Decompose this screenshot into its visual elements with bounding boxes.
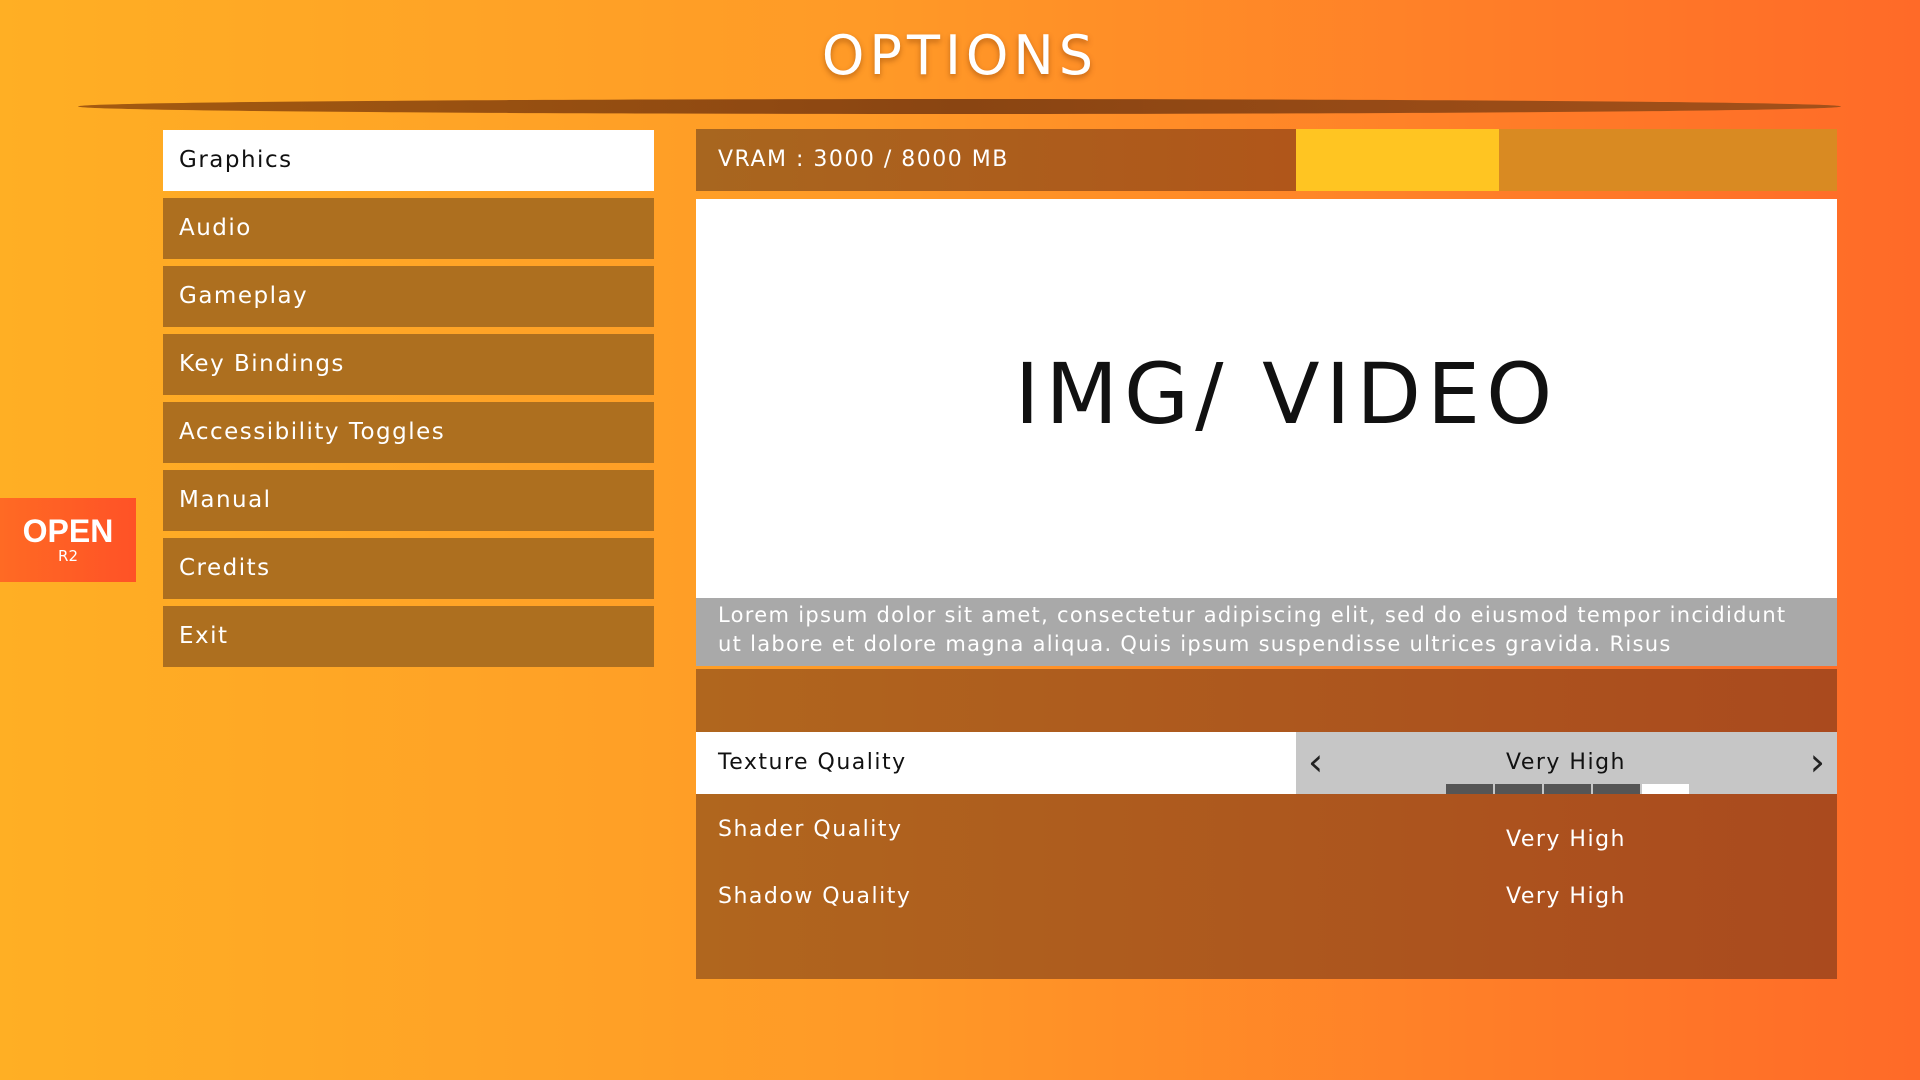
- setting-label: Texture Quality: [718, 750, 907, 775]
- menu-item-exit[interactable]: Exit: [163, 606, 654, 667]
- quality-level-tick: [1642, 784, 1689, 794]
- setting-description: Lorem ipsum dolor sit amet, consectetur …: [696, 598, 1837, 666]
- menu-item-graphics[interactable]: Graphics: [163, 130, 654, 191]
- setting-label: Shader Quality: [718, 817, 903, 842]
- menu-item-key-bindings[interactable]: Key Bindings: [163, 334, 654, 395]
- chevron-right-icon[interactable]: ›: [1810, 732, 1825, 792]
- setting-value: Very High: [1506, 827, 1626, 852]
- vram-label: VRAM : 3000 / 8000 MB: [696, 129, 1296, 191]
- quality-level-tick: [1544, 784, 1591, 794]
- vram-meter: VRAM : 3000 / 8000 MB: [696, 129, 1837, 191]
- quality-level-tick: [1593, 784, 1640, 794]
- setting-value-cell: ‹ Very High ›: [1296, 732, 1837, 794]
- title-divider: [78, 99, 1841, 114]
- setting-row-shadow-quality[interactable]: Shadow Quality Very High: [696, 866, 1837, 928]
- quality-level-tick: [1495, 784, 1542, 794]
- chevron-left-icon[interactable]: ‹: [1308, 732, 1323, 792]
- setting-label: Shadow Quality: [718, 884, 912, 909]
- settings-panel: Texture Quality ‹ Very High › Shader Qua…: [696, 669, 1837, 979]
- open-tab-button[interactable]: OPEN R2: [0, 498, 136, 582]
- page-title: OPTIONS: [821, 24, 1099, 87]
- quality-level-tick: [1446, 784, 1493, 794]
- preview-placeholder: IMG/ VIDEO: [1014, 344, 1559, 443]
- setting-value: Very High: [1506, 884, 1626, 909]
- menu-item-gameplay[interactable]: Gameplay: [163, 266, 654, 327]
- setting-label-cell: Texture Quality: [696, 732, 1296, 794]
- menu-item-accessibility-toggles[interactable]: Accessibility Toggles: [163, 402, 654, 463]
- open-tab-shortcut: R2: [58, 547, 78, 565]
- open-tab-label: OPEN: [22, 513, 114, 549]
- media-preview: IMG/ VIDEO: [696, 199, 1837, 598]
- options-menu: Graphics Audio Gameplay Key Bindings Acc…: [163, 130, 654, 674]
- vram-usage-fill: [1296, 129, 1499, 191]
- menu-item-audio[interactable]: Audio: [163, 198, 654, 259]
- setting-row-texture-quality[interactable]: Texture Quality ‹ Very High ›: [696, 732, 1837, 794]
- menu-item-manual[interactable]: Manual: [163, 470, 654, 531]
- setting-row-shader-quality[interactable]: Shader Quality Very High: [696, 799, 1837, 861]
- quality-level-indicator: [1446, 784, 1691, 794]
- menu-item-credits[interactable]: Credits: [163, 538, 654, 599]
